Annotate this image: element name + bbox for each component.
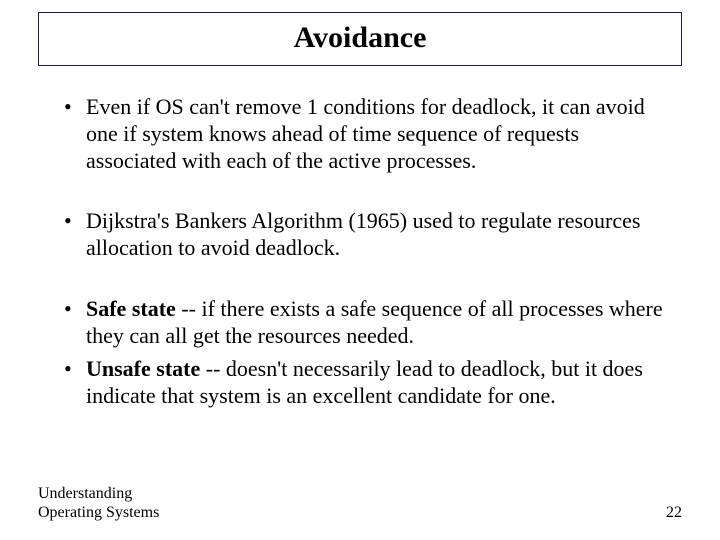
bullet-text: Even if OS can't remove 1 conditions for… [86, 94, 645, 173]
footer-line: Understanding [38, 484, 159, 503]
footer: Understanding Operating Systems 22 [38, 484, 682, 522]
bullet-text: Dijkstra's Bankers Algorithm (1965) used… [86, 208, 640, 260]
bullet-strong: Safe state [86, 296, 176, 321]
footer-line: Operating Systems [38, 503, 159, 522]
bullet-item: Safe state -- if there exists a safe seq… [60, 296, 672, 350]
slide-title: Avoidance [39, 21, 681, 55]
bullet-item: Even if OS can't remove 1 conditions for… [60, 94, 672, 174]
bullet-list: Even if OS can't remove 1 conditions for… [30, 94, 690, 409]
slide: Avoidance Even if OS can't remove 1 cond… [0, 0, 720, 540]
bullet-item: Unsafe state -- doesn't necessarily lead… [60, 356, 672, 410]
footer-source: Understanding Operating Systems [38, 484, 159, 522]
bullet-strong: Unsafe state [86, 356, 200, 381]
title-box: Avoidance [38, 12, 682, 66]
bullet-item: Dijkstra's Bankers Algorithm (1965) used… [60, 208, 672, 262]
page-number: 22 [666, 504, 682, 522]
